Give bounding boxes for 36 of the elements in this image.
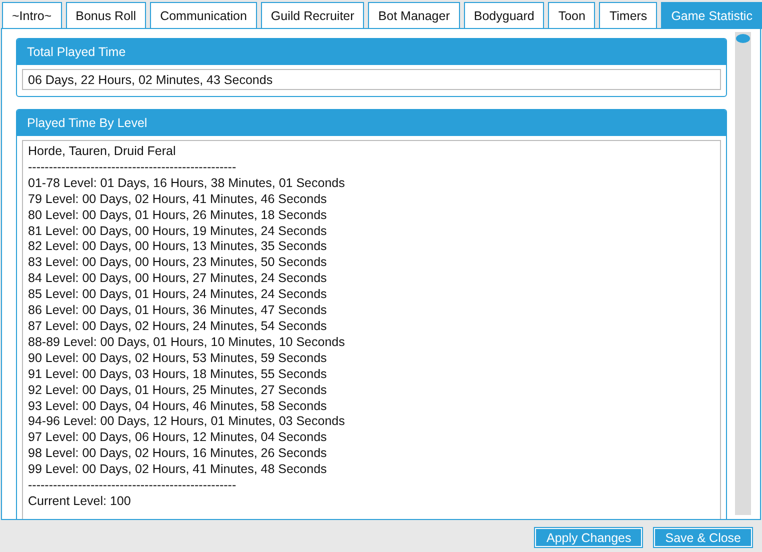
log-line: 98 Level: 00 Days, 02 Hours, 16 Minutes, 26 Seconds: [28, 446, 327, 462]
log-line: 01-78 Level: 01 Days, 16 Hours, 38 Minutes, 01 Seconds: [28, 176, 345, 192]
log-line: 91 Level: 00 Days, 03 Hours, 18 Minutes, 55 Seconds: [28, 366, 327, 383]
log-line: 84 Level: 00 Days, 00 Hours, 27 Minutes, 24 Seconds: [28, 271, 327, 288]
log-line: 80 Level: 00 Days, 01 Hours, 26 Minutes, 18 Seconds: [28, 208, 327, 224]
log-line: Horde, Tauren, Druid Feral: [28, 144, 176, 160]
scrollbar[interactable]: [735, 32, 751, 515]
tab[interactable]: Toon: [548, 2, 596, 28]
log-line: 79 Level: 00 Days, 02 Hours, 41 Minutes, 46 Seconds: [28, 192, 327, 208]
log-line: 81 Level: 00 Days, 00 Hours, 19 Minutes, 24 Seconds: [28, 224, 327, 240]
log-line: 93 Level: 00 Days, 04 Hours, 46 Minutes, 58 Seconds: [28, 398, 327, 414]
tab[interactable]: ~Intro~: [2, 2, 62, 28]
tab[interactable]: Bodyguard: [464, 2, 544, 28]
tab[interactable]: Bot Manager: [368, 2, 460, 28]
group-header: Total Played Time: [17, 39, 726, 65]
log-line: 83 Level: 00 Days, 00 Hours, 23 Minutes, 50 Seconds: [28, 255, 327, 272]
tab[interactable]: Guild Recruiter: [260, 2, 364, 28]
group-header: Played Time By Level: [17, 110, 726, 136]
log-line: 92 Level: 00 Days, 01 Hours, 25 Minutes, 27 Seconds: [28, 382, 327, 398]
log-line: 99 Level: 00 Days, 02 Hours, 41 Minutes, 48 Seconds: [28, 462, 327, 478]
scroll-thumb[interactable]: [736, 34, 750, 43]
played-time-field[interactable]: 06 Days, 22 Hours, 02 Minutes, 43 Seconds: [22, 69, 721, 90]
log-line: 85 Level: 00 Days, 01 Hours, 24 Minutes, 24 Seconds: [28, 287, 327, 304]
log-line: 88-89 Level: 00 Days, 01 Hours, 10 Minutes, 10 Seconds: [28, 334, 345, 351]
tab[interactable]: Bonus Roll: [66, 2, 146, 28]
log-line: 87 Level: 00 Days, 02 Hours, 24 Minutes, 54 Seconds: [28, 318, 327, 335]
log-line: 90 Level: 00 Days, 02 Hours, 53 Minutes, 59 Seconds: [28, 350, 327, 367]
log-line: 94-96 Level: 00 Days, 12 Hours, 01 Minutes, 03 Seconds: [28, 414, 345, 430]
log-line: --------------------------------------------------: [28, 478, 236, 494]
tab[interactable]: Communication: [150, 2, 257, 28]
log-line: 97 Level: 00 Days, 06 Hours, 12 Minutes, 04 Seconds: [28, 430, 327, 446]
log-line: 86 Level: 00 Days, 01 Hours, 36 Minutes, 47 Seconds: [28, 303, 327, 319]
log-line: Current Level: 100: [28, 494, 131, 510]
tab[interactable]: Timers: [599, 2, 658, 28]
log-line: --------------------------------------------------: [28, 160, 236, 176]
log-line: 82 Level: 00 Days, 00 Hours, 13 Minutes, 35 Seconds: [28, 239, 327, 256]
